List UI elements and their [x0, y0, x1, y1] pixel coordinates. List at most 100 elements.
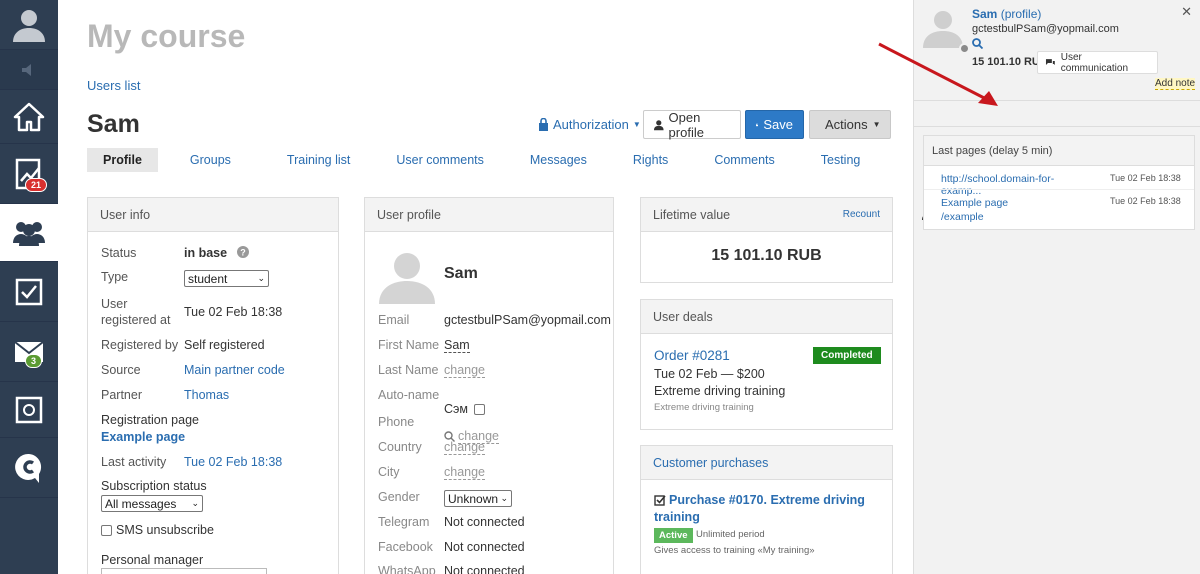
close-icon[interactable]: ✕	[1181, 4, 1192, 20]
order-link[interactable]: Order #0281	[654, 348, 730, 363]
page-date-2: Tue 02 Feb 18:38	[1110, 196, 1181, 206]
tab-comments[interactable]: Comments	[698, 148, 790, 172]
phone-label: Phone	[378, 415, 415, 429]
side-profile-link[interactable]: (profile)	[1001, 7, 1042, 21]
facebook-row: Facebook Not connected	[378, 540, 525, 554]
page-date-1: Tue 02 Feb 18:38	[1110, 173, 1181, 183]
open-profile-label: Open profile	[668, 109, 704, 140]
add-note-link[interactable]: Add note	[1155, 78, 1196, 90]
autoname-checkbox[interactable]	[474, 403, 485, 415]
chevron-down-icon: ⌄	[500, 493, 508, 503]
page-row-1: http://school.domain-for-examp...	[941, 173, 1091, 197]
purchase-period: Unlimited period	[696, 529, 765, 540]
last-name-change[interactable]: change	[444, 363, 486, 378]
first-name-value[interactable]: Sam	[444, 338, 470, 353]
sms-checkbox[interactable]	[101, 524, 112, 536]
user-communication-button[interactable]: User communication	[1037, 51, 1158, 74]
gender-select[interactable]: Unknown ⌄	[444, 490, 512, 507]
city-row: City change	[378, 465, 486, 480]
registered-row: User registered at Tue 02 Feb 18:38	[101, 296, 282, 328]
avatar-icon	[379, 253, 435, 304]
page-url-2[interactable]: Example page /example	[941, 197, 1008, 223]
nav-stats[interactable]: 21	[0, 144, 58, 204]
main-nav: 21 3	[0, 0, 58, 574]
floppy-icon	[756, 123, 759, 126]
registration-page-link[interactable]: Example page	[101, 430, 185, 444]
nav-users[interactable]	[0, 204, 58, 262]
nav-messages[interactable]: 3	[0, 322, 58, 382]
gender-label: Gender	[378, 490, 420, 504]
tab-messages[interactable]: Messages	[514, 148, 603, 172]
nav-home[interactable]	[0, 90, 58, 144]
subscription-value: All messages	[105, 496, 177, 511]
autoname-value: Сэм	[444, 402, 485, 416]
users-list-link[interactable]: Users list	[87, 78, 140, 93]
nav-sound[interactable]	[0, 50, 58, 90]
tab-user-comments[interactable]: User comments	[380, 148, 500, 172]
user-profile-title: User profile	[365, 198, 613, 232]
autoname-row: Auto-name Сэм	[378, 388, 485, 416]
side-name-row: Sam (profile)	[972, 7, 1041, 21]
city-change[interactable]: change	[444, 465, 486, 480]
tab-profile[interactable]: Profile	[87, 148, 158, 172]
lifetime-value-title: Lifetime value	[653, 208, 731, 222]
status-text: in base	[184, 246, 228, 260]
telegram-row: Telegram Not connected	[378, 515, 525, 529]
side-name-link[interactable]: Sam	[972, 7, 997, 21]
purchase-access: Gives access to training «My training»	[654, 545, 815, 556]
partner-link[interactable]: Thomas	[184, 388, 229, 402]
help-icon[interactable]: ?	[236, 246, 249, 258]
tab-training-list[interactable]: Training list	[271, 148, 366, 172]
partner-label: Partner	[101, 388, 142, 402]
user-deals-panel: User deals Order #0281 Completed Tue 02 …	[640, 299, 893, 430]
deal-product: Extreme driving training	[654, 384, 786, 398]
registered-label-line2: registered at	[101, 313, 171, 327]
registered-value: Tue 02 Feb 18:38	[184, 305, 283, 319]
open-profile-button[interactable]: Open profile	[643, 109, 741, 140]
chevron-down-icon: ⌄	[257, 273, 265, 283]
actions-dropdown[interactable]: Actions ▼	[809, 110, 891, 139]
type-select[interactable]: student ⌄	[184, 270, 269, 287]
gender-row: Gender Unknown ⌄	[378, 490, 512, 507]
first-name-label: First Name	[378, 338, 440, 352]
nav-tasks[interactable]	[0, 262, 58, 322]
manager-select[interactable]	[101, 568, 267, 574]
authorization-dropdown[interactable]: Authorization ▼	[538, 117, 641, 132]
lifetime-value-amount: 15 101.10 RUB	[711, 247, 822, 264]
recount-link[interactable]: Recount	[843, 198, 880, 231]
subscription-label: Subscription status	[101, 479, 207, 493]
chat-icon	[1045, 59, 1055, 65]
source-row: Source Main partner code	[101, 363, 285, 377]
tab-groups[interactable]: Groups	[174, 148, 247, 172]
home-icon	[13, 102, 45, 131]
gender-value: Unknown	[448, 491, 499, 506]
last-activity-label: Last activity	[101, 455, 167, 469]
save-button[interactable]: Save	[745, 110, 804, 139]
country-row: Country change	[378, 440, 486, 455]
purchase-link[interactable]: Purchase #0170. Extreme driving training	[654, 492, 869, 526]
page-url-1[interactable]: http://school.domain-for-examp...	[941, 173, 1054, 197]
subscription-select[interactable]: All messages ⌄	[101, 495, 203, 512]
lock-icon	[539, 118, 548, 131]
last-name-row: Last Name change	[378, 363, 486, 378]
lifetime-value-header: Lifetime value Recount	[641, 198, 892, 232]
source-link[interactable]: Main partner code	[184, 363, 285, 377]
manager-label: Personal manager	[101, 553, 204, 567]
tab-testing[interactable]: Testing	[805, 148, 877, 172]
autoname-text: Сэм	[444, 402, 468, 416]
last-activity-row: Last activity Tue 02 Feb 18:38	[101, 455, 282, 469]
completed-badge: Completed	[813, 347, 881, 364]
deal-product-note: Extreme driving training	[654, 402, 754, 413]
nav-brand[interactable]	[0, 438, 58, 498]
search-icon[interactable]	[972, 38, 983, 49]
phone-row: Phone change	[378, 415, 500, 444]
country-change[interactable]: change	[444, 440, 486, 455]
caret-down-icon: ▼	[632, 120, 641, 129]
deal-date-price: Tue 02 Feb — $200	[654, 367, 765, 381]
customer-purchases-title: Customer purchases	[641, 446, 892, 480]
nav-profile[interactable]	[0, 0, 58, 50]
nav-safe[interactable]	[0, 382, 58, 438]
tab-rights[interactable]: Rights	[617, 148, 684, 172]
last-activity-link[interactable]: Tue 02 Feb 18:38	[184, 455, 282, 469]
registered-by-row: Registered by Self registered	[101, 338, 265, 352]
